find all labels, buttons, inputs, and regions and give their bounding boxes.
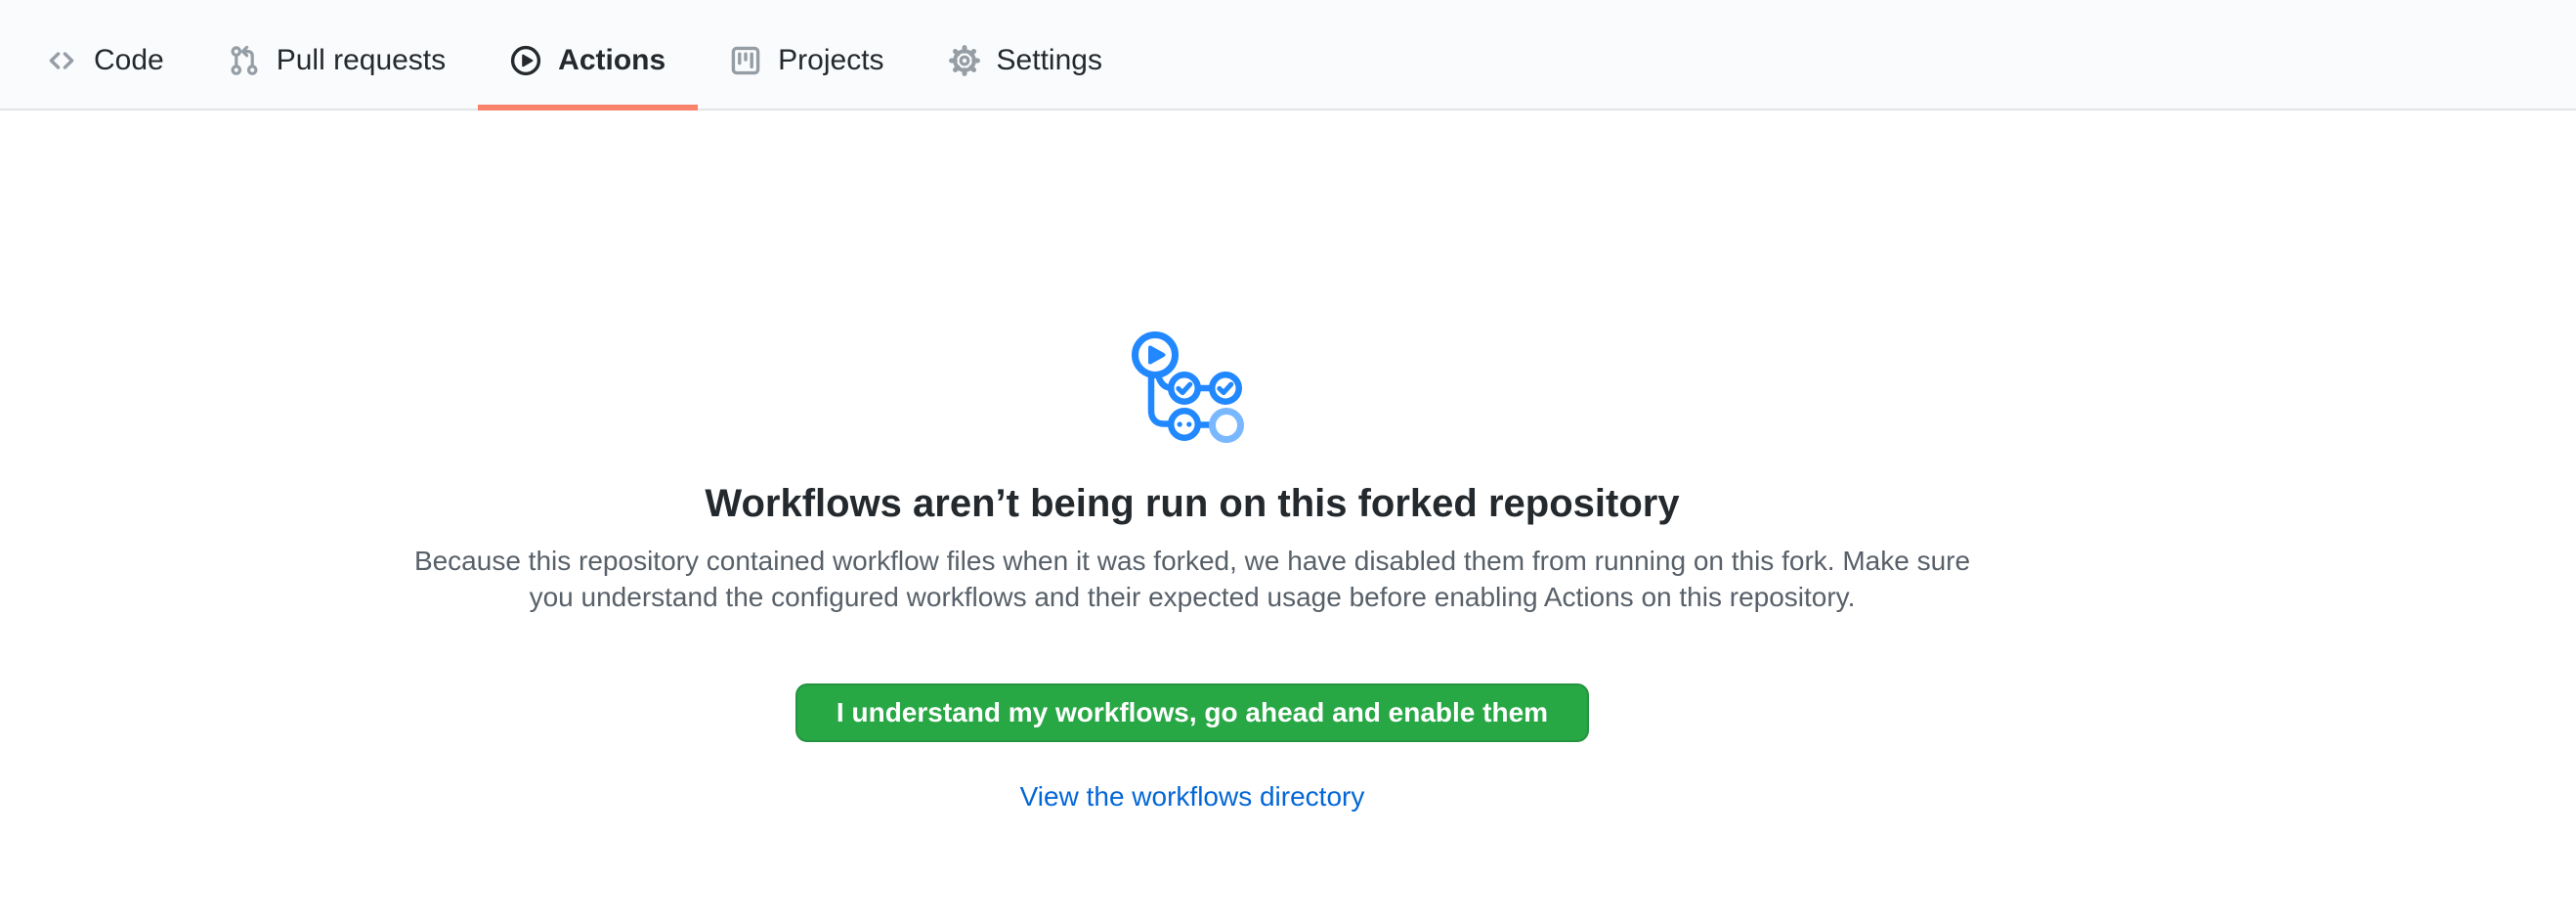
gear-icon	[949, 45, 980, 76]
tab-label: Projects	[778, 44, 883, 77]
play-icon	[510, 45, 541, 76]
tab-pull-requests[interactable]: Pull requests	[196, 12, 478, 109]
tab-label: Pull requests	[277, 44, 446, 77]
view-workflows-directory-link[interactable]: View the workflows directory	[1020, 781, 1365, 813]
repo-tab-bar: Code Pull requests Actions	[0, 0, 2576, 110]
actions-disabled-empty-state: Workflows aren’t being run on this forke…	[0, 110, 2384, 813]
tab-code[interactable]: Code	[14, 12, 196, 109]
empty-state-title: Workflows aren’t being run on this forke…	[705, 480, 1679, 527]
tab-label: Code	[94, 44, 164, 77]
tab-actions[interactable]: Actions	[478, 12, 698, 109]
project-icon	[730, 45, 761, 76]
tab-label: Settings	[997, 44, 1102, 77]
enable-workflows-button[interactable]: I understand my workflows, go ahead and …	[795, 683, 1589, 742]
tab-settings[interactable]: Settings	[917, 12, 1135, 109]
workflow-graph-icon	[1129, 324, 1256, 451]
empty-state-description: Because this repository contained workfl…	[401, 543, 1984, 615]
code-icon	[46, 45, 77, 76]
git-pull-request-icon	[229, 45, 260, 76]
tab-label: Actions	[558, 44, 665, 77]
tab-projects[interactable]: Projects	[698, 12, 916, 109]
